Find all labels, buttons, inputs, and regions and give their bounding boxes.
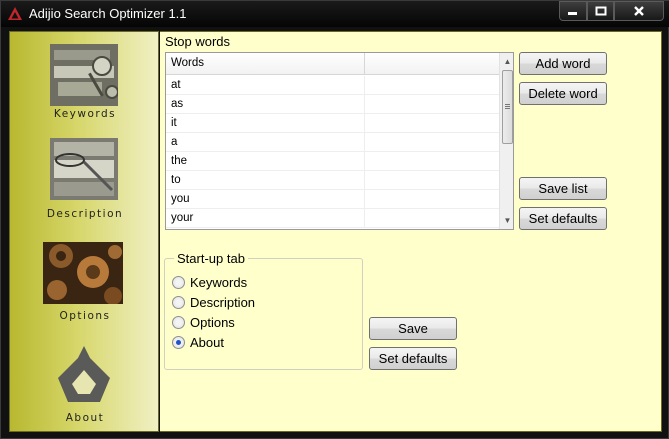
grip-line — [505, 104, 510, 105]
app-window: Adijio Search Optimizer 1.1 Keywords Des… — [0, 0, 669, 439]
radio-description[interactable]: Description — [172, 293, 255, 311]
app-logo-icon — [8, 7, 22, 20]
list-item[interactable]: a — [166, 133, 499, 152]
startup-tab-group: Start-up tab Keywords Description Option… — [164, 251, 363, 370]
sidebar-item-about[interactable]: About — [10, 342, 160, 428]
set-defaults-list-button[interactable]: Set defaults — [519, 207, 607, 230]
radio-about[interactable]: About — [172, 333, 224, 351]
sidebar-item-label: About — [65, 412, 105, 424]
list-item-text: a — [166, 133, 365, 152]
list-item-text: you — [166, 190, 365, 209]
list-item-text: your — [166, 209, 365, 228]
list-item[interactable]: as — [166, 95, 499, 114]
column-header-words[interactable]: Words — [166, 53, 365, 75]
list-item[interactable]: to — [166, 171, 499, 190]
column-header-empty — [365, 53, 499, 75]
list-item-text: the — [166, 152, 365, 171]
sidebar-item-options[interactable]: Options — [10, 240, 160, 324]
radio-dot — [176, 339, 181, 345]
sidebar: Keywords Description Options About — [9, 31, 159, 432]
sidebar-item-keywords[interactable]: Keywords — [10, 40, 160, 122]
set-defaults-button[interactable]: Set defaults — [369, 347, 457, 370]
save-button[interactable]: Save — [369, 317, 457, 340]
list-item[interactable]: you — [166, 190, 499, 209]
scroll-down-arrow-icon[interactable]: ▼ — [500, 213, 513, 228]
gears-icon — [43, 242, 123, 304]
grip-line — [505, 106, 510, 107]
minimize-icon — [568, 12, 577, 15]
adijio-logo-icon — [58, 346, 110, 402]
radio-circle — [172, 315, 185, 329]
radio-circle-selected — [172, 335, 185, 349]
maximize-icon — [595, 6, 606, 16]
startup-tab-title: Start-up tab — [174, 251, 248, 266]
stop-words-list[interactable]: Words at as it a the to you your ▲ ▼ — [165, 52, 514, 230]
maximize-button[interactable] — [587, 1, 614, 21]
sidebar-item-label: Keywords — [53, 108, 117, 120]
close-icon — [634, 6, 644, 16]
grip-line — [505, 108, 510, 109]
stop-words-title: Stop words — [165, 34, 231, 49]
keys-icon — [50, 44, 118, 106]
save-list-button[interactable]: Save list — [519, 177, 607, 200]
close-button[interactable] — [614, 1, 664, 21]
scroll-thumb[interactable] — [502, 70, 513, 144]
list-header: Words — [166, 53, 499, 75]
radio-label: Description — [190, 294, 256, 310]
list-item[interactable]: your — [166, 209, 499, 228]
list-item-text: as — [166, 95, 365, 114]
options-panel: Stop words Words at as it a the to you y… — [160, 31, 662, 432]
vertical-scrollbar[interactable]: ▲ ▼ — [499, 53, 513, 229]
radio-circle — [172, 275, 185, 289]
list-item-text: at — [166, 76, 365, 95]
scroll-up-arrow-icon[interactable]: ▲ — [500, 54, 513, 69]
sidebar-item-description[interactable]: Description — [10, 136, 160, 220]
window-title: Adijio Search Optimizer 1.1 — [29, 6, 187, 21]
radio-options[interactable]: Options — [172, 313, 235, 331]
list-item-text: it — [166, 114, 365, 133]
delete-word-button[interactable]: Delete word — [519, 82, 607, 105]
radio-circle — [172, 295, 185, 309]
list-item[interactable]: at — [166, 76, 499, 95]
minimize-button[interactable] — [559, 1, 587, 21]
add-word-button[interactable]: Add word — [519, 52, 607, 75]
magnifier-icon — [50, 138, 118, 200]
radio-keywords[interactable]: Keywords — [172, 273, 247, 291]
list-item[interactable]: the — [166, 152, 499, 171]
sidebar-item-label: Description — [46, 208, 124, 220]
list-item[interactable]: it — [166, 114, 499, 133]
radio-label: Keywords — [190, 274, 248, 290]
radio-label: About — [190, 334, 224, 350]
radio-label: Options — [190, 314, 235, 330]
list-item-text: to — [166, 171, 365, 190]
sidebar-item-label: Options — [59, 310, 111, 322]
title-bar[interactable]: Adijio Search Optimizer 1.1 — [1, 1, 669, 27]
